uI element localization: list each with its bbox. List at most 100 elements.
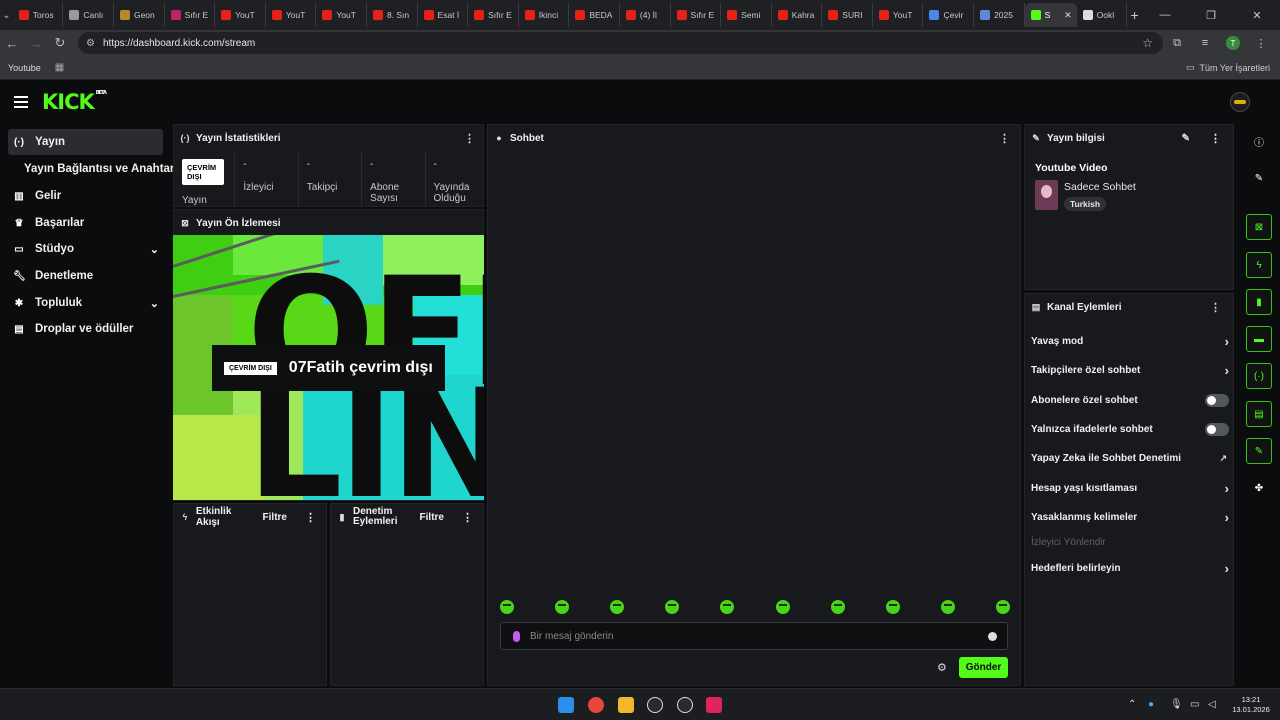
emote-icon[interactable] (500, 600, 514, 614)
emote-icon[interactable] (720, 600, 735, 614)
kebab-menu-icon[interactable]: ⋮ (999, 132, 1010, 145)
tray-chevron-icon[interactable]: ⌃ (1128, 699, 1136, 710)
chat-message-input[interactable]: Bir mesaj gönderin (500, 622, 1008, 650)
forward-icon[interactable]: → (24, 31, 48, 55)
edit-pencil-icon[interactable]: ✎ (1182, 133, 1190, 144)
sidebar-item-droplar[interactable]: ▤ Droplar ve ödüller (8, 316, 163, 342)
browser-tab[interactable]: BEDA (569, 3, 620, 27)
volume-icon[interactable]: ◁ (1208, 699, 1216, 710)
action-ai-moderation[interactable]: Yapay Zeka ile Sohbet Denetimi ↗ (1031, 448, 1229, 468)
browser-tab[interactable]: Ookl (1077, 3, 1128, 27)
browser-menu-icon[interactable]: ⋮ (1247, 37, 1275, 50)
url-input[interactable]: ⚙ https://dashboard.kick.com/stream ☆ (78, 32, 1163, 54)
close-window-icon[interactable]: ✕ (1234, 9, 1280, 22)
action-slow-mode[interactable]: Yavaş mod › (1031, 331, 1229, 351)
minimize-icon[interactable]: — (1142, 9, 1188, 22)
emote-icon[interactable] (830, 600, 845, 614)
emote-icon[interactable] (995, 600, 1010, 614)
reload-icon[interactable]: ↻ (48, 31, 72, 55)
sidebar-item-gelir[interactable]: ▥ Gelir (8, 183, 163, 209)
subscribers-only-toggle[interactable] (1205, 393, 1229, 407)
sidebar-item-yayin[interactable]: (·) Yayın (8, 129, 163, 155)
site-info-icon[interactable]: ⚙ (86, 38, 95, 49)
windows-start-icon[interactable] (558, 697, 574, 713)
back-icon[interactable]: ← (0, 31, 24, 55)
monitor-icon[interactable]: ▭ (1190, 699, 1199, 710)
activity-filter-button[interactable]: Filtre (263, 512, 287, 523)
send-button[interactable]: Gönder (959, 657, 1008, 678)
emote-icon[interactable] (940, 600, 955, 614)
sidebar-item-denetleme[interactable]: 🔧︎ Denetleme (8, 263, 163, 289)
app-icon[interactable] (706, 697, 722, 713)
browser-tab[interactable]: (4) İl (620, 3, 671, 27)
hamburger-menu-icon[interactable] (14, 96, 28, 108)
chrome-icon[interactable] (588, 697, 604, 713)
browser-tab[interactable]: 2025 (974, 3, 1025, 27)
emote-icon[interactable] (775, 600, 790, 614)
browser-tab[interactable]: Sıfır E (468, 3, 519, 27)
preview-widget-icon[interactable]: ⊠ (1246, 214, 1272, 240)
browser-tab[interactable]: S ✕ (1024, 3, 1077, 27)
close-tab-icon[interactable]: ✕ (1064, 10, 1072, 21)
browser-tab[interactable]: Geon (114, 3, 165, 27)
kebab-menu-icon[interactable]: ⋮ (1210, 132, 1221, 145)
kebab-menu-icon[interactable]: ⋮ (464, 132, 475, 145)
chat-settings-gear-icon[interactable]: ⚙ (937, 661, 947, 674)
browser-tab[interactable]: YouT (266, 3, 317, 27)
browser-tab[interactable]: Toros (13, 3, 64, 27)
channel-icon[interactable]: ▤ (1246, 401, 1272, 427)
browser-tab[interactable]: Kahra (772, 3, 823, 27)
action-followers-only[interactable]: Takipçilere özel sohbet › (1031, 360, 1229, 380)
notes-icon[interactable]: ▮ (1246, 289, 1272, 315)
emote-icon[interactable] (665, 600, 680, 614)
browser-tab[interactable]: Sıfır E (671, 3, 722, 27)
emotes-only-toggle[interactable] (1205, 422, 1229, 436)
chatgpt-icon[interactable] (647, 697, 663, 713)
emote-icon[interactable] (555, 600, 570, 614)
network-app-icon[interactable]: ● (1148, 699, 1154, 710)
kebab-menu-icon[interactable]: ⋮ (1210, 301, 1221, 314)
browser-tab[interactable]: YouT (316, 3, 367, 27)
action-account-age[interactable]: Hesap yaşı kısıtlaması › (1031, 478, 1229, 498)
sidebar-item-studyo[interactable]: ▭ Stüdyo ⌄ (8, 236, 163, 262)
system-clock[interactable]: 13:21 13.01.2026 (1226, 695, 1276, 715)
kick-logo[interactable]: KICK BETA (42, 90, 107, 114)
bookmark-star-icon[interactable]: ☆ (1142, 36, 1153, 50)
extensions-icon[interactable]: ⧉ (1163, 37, 1191, 50)
new-tab-button[interactable]: + (1127, 7, 1142, 23)
microphone-tray-icon[interactable]: 🎙︎ (1170, 699, 1183, 710)
kebab-menu-icon[interactable]: ⋮ (462, 511, 473, 524)
reading-list-icon[interactable]: ≡ (1191, 37, 1219, 49)
microphone-icon[interactable] (513, 630, 520, 642)
browser-tab[interactable]: 8. Sın (367, 3, 418, 27)
browser-tab[interactable]: YouT (873, 3, 924, 27)
chat-bubble-icon[interactable]: ▬ (1246, 326, 1272, 352)
action-set-goals[interactable]: Hedefleri belirleyin › (1031, 558, 1229, 578)
emote-icon[interactable] (885, 600, 900, 614)
all-bookmarks[interactable]: ▭ Tüm Yer İşaretleri (1186, 62, 1270, 73)
browser-tab[interactable]: Çevir (923, 3, 975, 27)
tab-search-icon[interactable]: ⌄ (0, 0, 13, 30)
obs-icon[interactable] (677, 697, 693, 713)
browser-tab[interactable]: SURI (822, 3, 873, 27)
profile-avatar[interactable]: T (1226, 36, 1240, 50)
add-widget-icon[interactable]: ✤ (1246, 475, 1272, 501)
wrench-icon[interactable]: ✎ (1246, 438, 1272, 464)
sidebar-item-stream-key[interactable]: Yayın Bağlantısı ve Anahtarı (24, 163, 178, 175)
browser-tab[interactable]: Semi (721, 3, 772, 27)
browser-tab[interactable]: İkinci (519, 3, 570, 27)
sidebar-item-topluluk[interactable]: ✱ Topluluk ⌄ (8, 290, 163, 316)
lightning-icon[interactable]: ϟ (1246, 252, 1272, 278)
user-avatar[interactable] (1230, 92, 1250, 112)
bookmark-youtube[interactable]: Youtube (8, 63, 41, 73)
moderation-filter-button[interactable]: Filtre (420, 512, 444, 523)
apps-grid-icon[interactable]: ▦ (55, 62, 64, 73)
browser-tab[interactable]: Canlı (63, 3, 114, 27)
action-banned-words[interactable]: Yasaklanmış kelimeler › (1031, 507, 1229, 527)
file-explorer-icon[interactable] (618, 697, 634, 713)
browser-tab[interactable]: Sıfır E (165, 3, 216, 27)
kebab-menu-icon[interactable]: ⋮ (305, 511, 316, 524)
edit-pencil-icon[interactable]: ✎ (1246, 165, 1272, 191)
info-icon[interactable]: ⓘ (1246, 128, 1272, 154)
emote-icon[interactable] (610, 600, 625, 614)
